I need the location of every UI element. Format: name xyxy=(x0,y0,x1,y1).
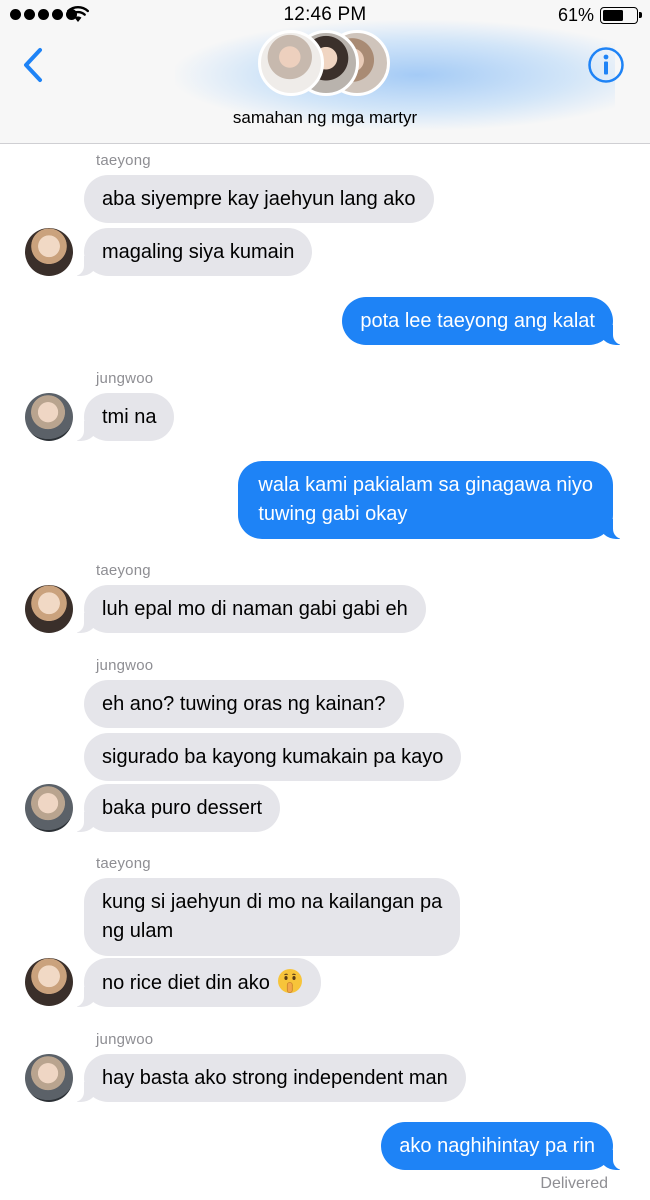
message-text: hay basta ako strong independent man xyxy=(102,1067,448,1089)
avatar[interactable] xyxy=(25,784,73,832)
message-text: aba siyempre kay jaehyun lang ako xyxy=(102,188,416,210)
conversation-header: 12:46 PM 61% samahan ng mga martyr xyxy=(0,0,650,144)
message-bubble-outgoing[interactable]: ako naghihintay pa rin xyxy=(381,1122,623,1170)
group-avatar-1 xyxy=(258,30,324,96)
message-text: eh ano? tuwing oras ng kainan? xyxy=(102,693,386,715)
message-text: tmi na xyxy=(102,406,157,428)
avatar[interactable] xyxy=(25,958,73,1006)
message-text: baka puro dessert xyxy=(102,797,263,819)
avatar[interactable] xyxy=(25,228,73,276)
message-text-line: wala kami pakialam sa ginagawa niyo xyxy=(258,474,593,496)
message-bubble-incoming[interactable]: eh ano? tuwing oras ng kainan? xyxy=(84,680,404,728)
sender-label: jungwoo xyxy=(96,370,154,387)
message-bubble-outgoing[interactable]: wala kami pakialam sa ginagawa niyo tuwi… xyxy=(238,461,623,539)
message-bubble-incoming[interactable]: baka puro dessert xyxy=(73,784,281,832)
message-text: no rice diet din ako xyxy=(102,972,270,994)
status-time: 12:46 PM xyxy=(283,4,367,25)
message-text: magaling siya kumain xyxy=(102,241,295,263)
shushing-face-icon xyxy=(278,969,303,993)
back-chevron-icon[interactable] xyxy=(18,45,48,85)
sender-label: jungwoo xyxy=(96,1031,154,1048)
message-bubble-incoming[interactable]: aba siyempre kay jaehyun lang ako xyxy=(84,175,434,223)
message-text-line: ng ulam xyxy=(102,920,174,942)
avatar[interactable] xyxy=(25,585,73,633)
message-text: sigurado ba kayong kumakain pa kayo xyxy=(102,746,444,768)
status-bar: 12:46 PM 61% xyxy=(0,0,650,30)
group-avatars[interactable] xyxy=(258,30,393,98)
group-name[interactable]: samahan ng mga martyr xyxy=(0,108,650,128)
message-bubble-incoming[interactable]: luh epal mo di naman gabi gabi eh xyxy=(74,585,426,633)
sender-label: taeyong xyxy=(96,855,151,872)
sender-label: taeyong xyxy=(96,152,151,169)
sender-label: taeyong xyxy=(96,562,151,579)
message-bubble-incoming[interactable]: kung si jaehyun di mo na kailangan pa ng… xyxy=(84,878,461,956)
message-text: luh epal mo di naman gabi gabi eh xyxy=(102,598,408,620)
battery-icon xyxy=(600,7,642,24)
avatar[interactable] xyxy=(25,393,73,441)
message-bubble-incoming[interactable]: sigurado ba kayong kumakain pa kayo xyxy=(84,733,462,781)
message-text: pota lee taeyong ang kalat xyxy=(360,310,595,332)
message-bubble-incoming[interactable]: tmi na xyxy=(73,393,175,441)
message-bubble-incoming[interactable]: magaling siya kumain xyxy=(73,228,313,276)
message-text: ako naghihintay pa rin xyxy=(399,1135,595,1157)
sender-label: jungwoo xyxy=(96,657,154,674)
battery-level-fill xyxy=(603,10,623,21)
message-bubble-incoming[interactable]: no rice diet din ako xyxy=(73,958,322,1007)
info-icon[interactable] xyxy=(587,46,625,84)
message-text-line: kung si jaehyun di mo na kailangan pa xyxy=(102,891,443,913)
message-bubble-outgoing[interactable]: pota lee taeyong ang kalat xyxy=(342,297,623,345)
delivery-status: Delivered xyxy=(540,1175,608,1192)
battery-percentage: 61% xyxy=(557,5,594,25)
avatar[interactable] xyxy=(25,1054,73,1102)
message-bubble-incoming[interactable]: hay basta ako strong independent man xyxy=(74,1054,466,1102)
message-text-line: tuwing gabi okay xyxy=(258,503,408,525)
